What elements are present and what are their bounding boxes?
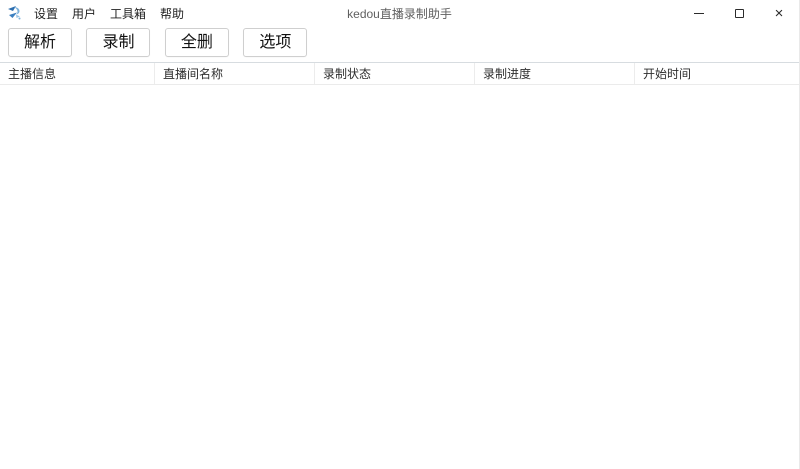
record-button[interactable]: 录制: [86, 28, 151, 57]
close-icon: ×: [774, 4, 784, 22]
menu-item-user[interactable]: 用户: [65, 1, 103, 26]
toolbar: 解析 录制 全删 选项: [0, 26, 799, 62]
title-bar: 设置 用户 工具箱 帮助 kedou直播录制助手 ×: [0, 0, 799, 26]
maximize-icon: [734, 8, 744, 18]
menu-item-toolbox[interactable]: 工具箱: [103, 1, 153, 26]
app-logo-icon[interactable]: [7, 5, 23, 21]
options-button[interactable]: 选项: [243, 28, 308, 57]
maximize-button[interactable]: [719, 0, 759, 26]
stream-list-body: [0, 85, 799, 469]
app-window: 设置 用户 工具箱 帮助 kedou直播录制助手 × 解析 录制 全删 选项 主…: [0, 0, 800, 469]
window-controls: ×: [679, 0, 799, 26]
stream-list-header: 主播信息 直播间名称 录制状态 录制进度 开始时间: [0, 62, 799, 85]
menu-item-settings[interactable]: 设置: [27, 1, 65, 26]
column-header-room-name[interactable]: 直播间名称: [154, 63, 314, 84]
close-button[interactable]: ×: [759, 0, 799, 26]
column-header-record-status[interactable]: 录制状态: [314, 63, 474, 84]
delete-all-button[interactable]: 全删: [164, 28, 229, 57]
minimize-icon: [694, 12, 704, 14]
parse-button[interactable]: 解析: [8, 28, 72, 57]
menu-bar: 设置 用户 工具箱 帮助: [27, 1, 191, 26]
column-header-record-progress[interactable]: 录制进度: [474, 63, 634, 84]
column-header-start-time[interactable]: 开始时间: [634, 63, 799, 84]
menu-item-help[interactable]: 帮助: [153, 1, 191, 26]
column-header-streamer-info[interactable]: 主播信息: [0, 63, 154, 84]
stream-list: 主播信息 直播间名称 录制状态 录制进度 开始时间: [0, 62, 799, 469]
minimize-button[interactable]: [679, 0, 719, 26]
